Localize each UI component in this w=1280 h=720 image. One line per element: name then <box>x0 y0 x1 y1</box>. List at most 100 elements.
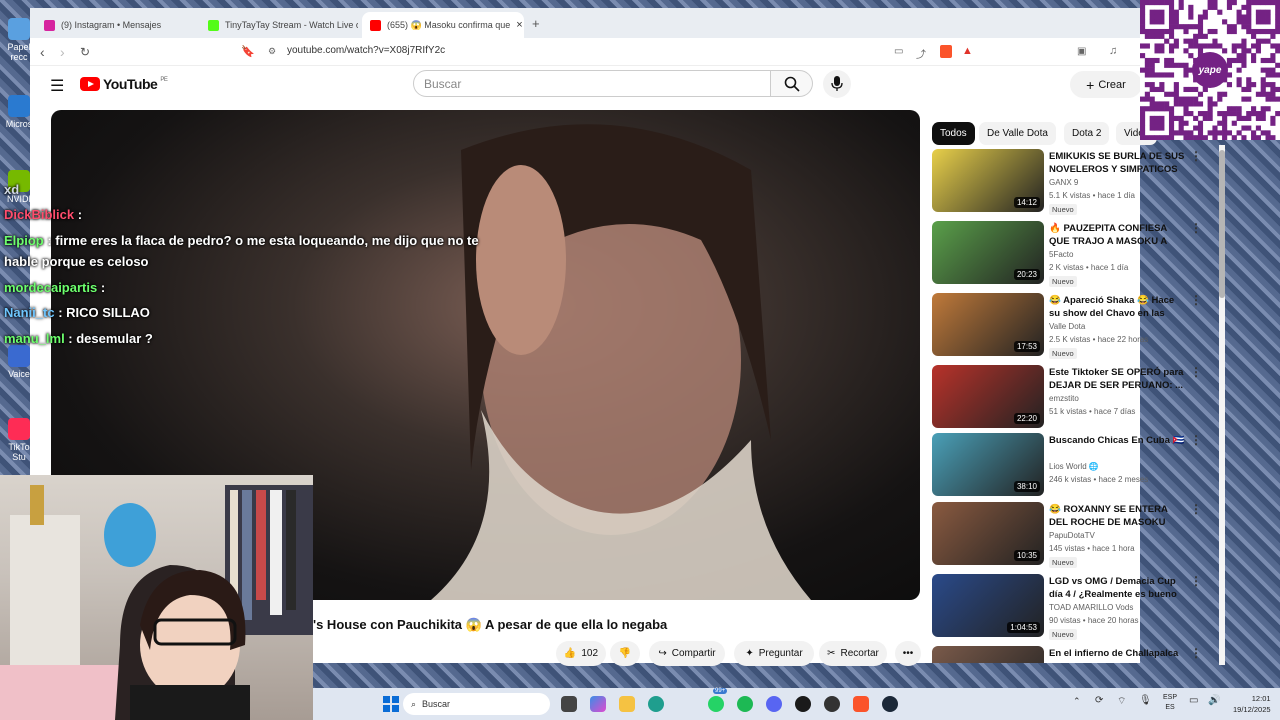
video-title-link[interactable]: LGD vs OMG / Demacia Cup día 4 / ¿Realme… <box>1049 575 1185 601</box>
video-thumbnail[interactable]: 17:53 <box>932 293 1044 356</box>
clip-button[interactable]: ✂ Recortar <box>819 641 887 666</box>
spotify-icon[interactable] <box>737 696 753 712</box>
qr-module <box>1236 130 1242 136</box>
dislike-button[interactable]: 👎 <box>610 641 640 666</box>
like-button[interactable]: 👍 102 <box>556 641 606 666</box>
more-options-icon[interactable]: ⋮ <box>1190 502 1202 516</box>
chip-todos[interactable]: Todos <box>932 122 975 145</box>
site-info-icon[interactable]: ⚙ <box>268 46 276 57</box>
video-title-link[interactable]: EMIKUKIS SE BURLA DE SUS NOVELEROS Y SIM… <box>1049 150 1185 176</box>
more-options-icon[interactable]: ⋮ <box>1190 646 1202 660</box>
video-title-link[interactable]: En el infierno de Challapalca <box>1049 647 1185 660</box>
chip-de-valle-dota[interactable]: De Valle Dota <box>979 122 1056 145</box>
video-thumbnail[interactable]: 22:20 <box>932 365 1044 428</box>
xbox-icon[interactable] <box>795 696 811 712</box>
menu-icon[interactable]: ☰ <box>50 76 64 96</box>
bookmark-icon[interactable]: 🔖 <box>241 45 255 58</box>
recommended-video[interactable]: 1:04:53 LGD vs OMG / Demacia Cup día 4 / … <box>932 574 1222 640</box>
edge-icon[interactable] <box>648 696 664 712</box>
recommended-video[interactable]: En el infierno de Challapalca ⋮ <box>932 646 1222 663</box>
volume-icon[interactable]: 🔊 <box>1208 695 1220 706</box>
recommended-video[interactable]: 20:23 🔥 PAUZEPITA CONFIESA QUE TRAJO A MA… <box>932 221 1222 287</box>
video-thumbnail[interactable]: 10:35 <box>932 502 1044 565</box>
more-options-icon[interactable]: ⋮ <box>1190 293 1202 307</box>
video-title-link[interactable]: 😂 ROXANNY SE ENTERA DEL ROCHE DE MASOKU … <box>1049 503 1185 529</box>
recommended-video[interactable]: 14:12 EMIKUKIS SE BURLA DE SUS NOVELEROS … <box>932 149 1222 215</box>
qr-module <box>1275 24 1280 30</box>
share-icon[interactable]: ⤴ <box>916 46 926 61</box>
video-thumbnail[interactable]: 38:10 <box>932 433 1044 496</box>
search-input[interactable]: Buscar <box>413 70 771 97</box>
whatsapp-icon[interactable] <box>708 696 724 712</box>
language-indicator[interactable]: ESP ES <box>1163 693 1177 713</box>
url-input[interactable]: youtube.com/watch?v=X08j7RIfY2c <box>287 45 445 56</box>
youtube-logo[interactable]: YouTube PE <box>80 76 168 92</box>
chip-dota-2[interactable]: Dota 2 <box>1064 122 1110 145</box>
tab-instagram[interactable]: (9) Instagram • Mensajes <box>36 12 196 38</box>
thumbs-up-icon: 👍 <box>563 648 577 659</box>
video-title-link[interactable]: 😂 Apareció Shaka 😂 Hace su show del Chav… <box>1049 294 1185 320</box>
new-tab-button[interactable]: + <box>532 16 540 31</box>
more-options-icon[interactable]: ⋮ <box>1190 221 1202 235</box>
ask-button[interactable]: ✦ Preguntar <box>734 641 814 666</box>
brave-rewards-icon[interactable]: ▲ <box>962 45 973 57</box>
music-icon[interactable]: ♫ <box>1109 45 1117 57</box>
qr-module <box>1164 135 1170 141</box>
chat-message: hable porque es celoso <box>4 254 149 269</box>
tab-youtube[interactable]: (655) 😱 Masoku confirma que × <box>362 12 524 38</box>
more-actions-button[interactable]: ••• <box>895 641 921 666</box>
more-options-icon[interactable]: ⋮ <box>1190 365 1202 379</box>
video-title-link[interactable]: Este Tiktoker SE OPERÓ para DEJAR DE SER… <box>1049 366 1185 392</box>
mic-tray-icon[interactable]: 🎙 <box>1139 695 1152 706</box>
video-thumbnail[interactable]: 1:04:53 <box>932 574 1044 637</box>
obs-icon[interactable] <box>824 696 840 712</box>
wifi-icon[interactable]: ⌔ <box>1117 695 1126 708</box>
youtube-play-icon <box>80 77 100 91</box>
brave-shield-icon[interactable] <box>940 45 952 58</box>
back-icon[interactable]: ‹ <box>40 44 45 60</box>
qr-module <box>1275 72 1280 78</box>
tray-chevron-icon[interactable]: ⌃ <box>1073 696 1081 707</box>
more-options-icon[interactable]: ⋮ <box>1190 433 1202 447</box>
forward-icon[interactable]: › <box>60 44 65 60</box>
clock[interactable]: 12:01 19/12/2025 <box>1233 693 1271 715</box>
video-thumbnail[interactable]: 20:23 <box>932 221 1044 284</box>
more-options-icon[interactable]: ⋮ <box>1190 574 1202 588</box>
reload-icon[interactable]: ↻ <box>80 45 90 59</box>
brave-icon[interactable] <box>853 696 869 712</box>
share-button[interactable]: ↪ Compartir <box>649 641 725 666</box>
copilot-icon[interactable] <box>590 696 606 712</box>
sync-icon[interactable]: ⟳ <box>1095 695 1103 706</box>
chat-text: hable porque es celoso <box>4 254 149 269</box>
sidebar-icon[interactable]: ▣ <box>1077 46 1086 57</box>
video-thumbnail[interactable] <box>932 646 1044 663</box>
taskbar-search[interactable]: ⌕ Buscar <box>403 693 550 715</box>
scrollbar-thumb[interactable] <box>1219 150 1225 298</box>
video-title-link[interactable]: 🔥 PAUZEPITA CONFIESA QUE TRAJO A MASOKU … <box>1049 222 1185 248</box>
tab-kick[interactable]: TinyTayTay Stream - Watch Live on K <box>200 12 358 38</box>
steam-icon[interactable] <box>882 696 898 712</box>
qr-module <box>1231 135 1237 141</box>
qr-module <box>1140 111 1146 117</box>
recommended-video[interactable]: 17:53 😂 Apareció Shaka 😂 Hace su show del… <box>932 293 1222 359</box>
more-options-icon[interactable]: ⋮ <box>1190 149 1202 163</box>
video-title-link[interactable]: Buscando Chicas En Cuba 🇨🇺 <box>1049 434 1185 447</box>
windows-taskbar: ⌕ Buscar 99+ ⌃ ⟳ ⌔ 🎙 ESP ES ▭ 🔊 12:01 19… <box>313 688 1280 720</box>
cast-icon[interactable]: ▭ <box>894 46 903 57</box>
recommended-video[interactable]: 38:10 Buscando Chicas En Cuba 🇨🇺 Lios Worl… <box>932 433 1222 497</box>
qr-module <box>1144 62 1150 68</box>
task-view-icon[interactable] <box>561 696 577 712</box>
file-explorer-icon[interactable] <box>619 696 635 712</box>
close-tab-icon[interactable]: × <box>516 19 522 31</box>
recommended-video[interactable]: 22:20 Este Tiktoker SE OPERÓ para DEJAR D… <box>932 365 1222 429</box>
discord-icon[interactable] <box>766 696 782 712</box>
search-button[interactable] <box>771 70 813 97</box>
qr-module <box>1231 48 1237 54</box>
network-icon[interactable]: ▭ <box>1189 695 1198 706</box>
video-thumbnail[interactable]: 14:12 <box>932 149 1044 212</box>
recommended-video[interactable]: 10:35 😂 ROXANNY SE ENTERA DEL ROCHE DE MA… <box>932 502 1222 568</box>
create-button[interactable]: + Crear <box>1070 71 1142 98</box>
start-button[interactable] <box>383 696 399 717</box>
voice-search-button[interactable] <box>823 70 851 98</box>
qr-module <box>1265 135 1271 141</box>
